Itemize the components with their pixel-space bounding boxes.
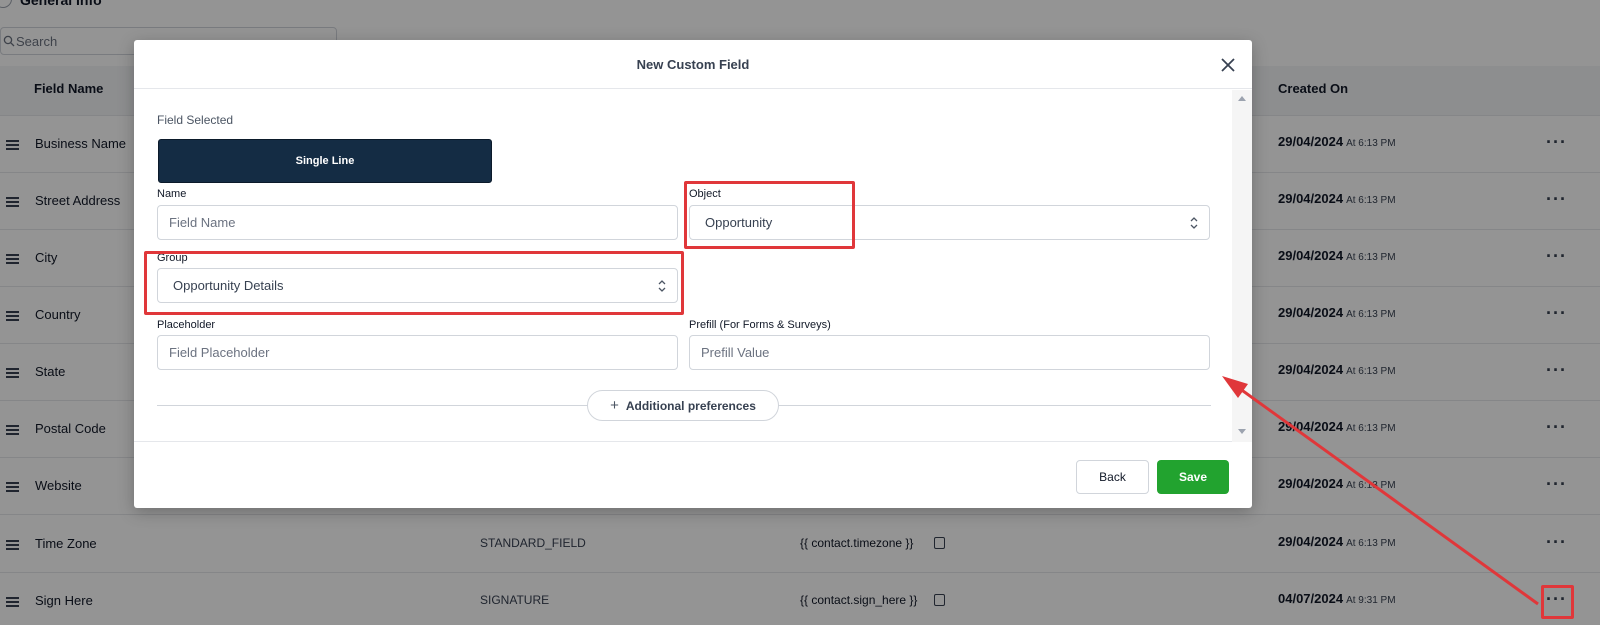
prefill-input[interactable]: Prefill Value	[689, 335, 1210, 370]
placeholder-input[interactable]: Field Placeholder	[157, 335, 678, 370]
back-button[interactable]: Back	[1076, 460, 1149, 494]
object-highlight-box	[684, 181, 855, 249]
scroll-up-icon[interactable]	[1238, 96, 1246, 101]
group-highlight-box	[144, 251, 684, 315]
plus-icon: +	[610, 397, 619, 414]
name-input[interactable]: Field Name	[157, 205, 678, 240]
modal-title: New Custom Field	[636, 57, 750, 72]
field-selected-label: Field Selected	[157, 113, 234, 127]
scroll-down-icon[interactable]	[1238, 429, 1246, 434]
close-icon[interactable]	[1218, 55, 1238, 75]
name-label: Name	[157, 188, 187, 200]
field-type-single-line-button[interactable]: Single Line	[158, 139, 492, 183]
save-button[interactable]: Save	[1157, 460, 1229, 494]
chevron-up-down-icon	[1190, 217, 1198, 229]
additional-preferences-button[interactable]: + Additional preferences	[587, 390, 779, 421]
placeholder-label: Placeholder	[157, 319, 216, 331]
modal-header: New Custom Field	[134, 40, 1252, 89]
modal-scrollbar[interactable]	[1232, 90, 1252, 442]
more-actions-highlight-box	[1541, 585, 1574, 619]
prefill-label: Prefill (For Forms & Surveys)	[689, 319, 831, 331]
additional-preferences-label: Additional preferences	[625, 398, 756, 413]
